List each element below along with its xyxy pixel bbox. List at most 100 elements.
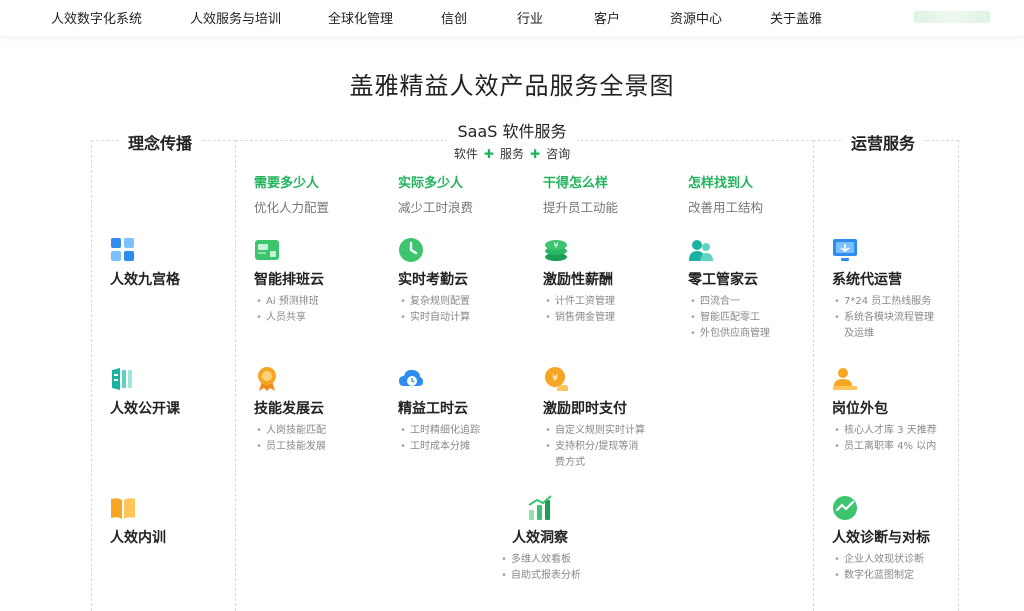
bullet: 多维人效看板 bbox=[499, 552, 581, 568]
bullet: 智能匹配零工 bbox=[688, 310, 770, 326]
concept-item-grid[interactable]: 人效九宫格 bbox=[110, 237, 180, 289]
category-find-people: 怎样找到人 改善用工结构 bbox=[688, 172, 763, 216]
bullet: 费方式 bbox=[555, 457, 585, 468]
bar-chart-icon bbox=[528, 495, 552, 520]
bullet: 自助式报表分析 bbox=[499, 568, 581, 584]
bullet: 员工离职率 4% 以内 bbox=[832, 439, 937, 455]
category-subtitle: 提升员工动能 bbox=[543, 200, 619, 215]
nav-item-hr-digital[interactable]: 人效数字化系统 bbox=[51, 8, 142, 27]
nav-item-about[interactable]: 关于盖雅 bbox=[770, 8, 822, 27]
category-question: 实际多少人 bbox=[398, 176, 464, 191]
category-performance: 干得怎么样 提升员工动能 bbox=[543, 172, 618, 216]
product-realtime-attendance[interactable]: 实时考勤云 复杂规则配置 实时自动计算 bbox=[398, 237, 470, 326]
schedule-icon bbox=[255, 240, 279, 260]
bullet: 复杂规则配置 bbox=[398, 294, 470, 310]
bullet: 7*24 员工热线服务 bbox=[832, 294, 934, 310]
bullet: 外包供应商管理 bbox=[688, 326, 770, 342]
book-icon bbox=[111, 498, 135, 519]
category-question: 需要多少人 bbox=[254, 176, 320, 191]
svg-text:¥: ¥ bbox=[553, 241, 558, 250]
category-subtitle: 减少工时浪费 bbox=[398, 200, 474, 215]
item-title: 激励性薪酬 bbox=[543, 272, 613, 288]
nav-item-global[interactable]: 全球化管理 bbox=[328, 8, 393, 27]
nav-item-hr-service[interactable]: 人效服务与培训 bbox=[190, 8, 281, 27]
bullet: 四流合一 bbox=[688, 294, 770, 310]
operation-item-outsourcing[interactable]: 岗位外包 核心人才库 3 天推荐 员工离职率 4% 以内 bbox=[832, 366, 937, 455]
svg-text:¥: ¥ bbox=[552, 373, 558, 384]
product-instant-payment[interactable]: ¥ 激励即时支付 自定义规则实时计算 支持积分/提现等消 费方式 bbox=[543, 366, 645, 471]
bullet-list: Ai 预测排班 人员共享 bbox=[254, 294, 324, 326]
item-title: 岗位外包 bbox=[832, 401, 888, 417]
product-incentive-pay[interactable]: ¥ 激励性薪酬 计件工资管理 销售佣金管理 bbox=[543, 237, 615, 326]
nav-item-industry[interactable]: 行业 bbox=[517, 8, 543, 27]
bullet-list: 自定义规则实时计算 支持积分/提现等消 费方式 bbox=[543, 423, 645, 471]
nav-item-resources[interactable]: 资源中心 bbox=[670, 8, 722, 27]
nav-item-xinchuang[interactable]: 信创 bbox=[441, 8, 467, 27]
page-title: 盖雅精益人效产品服务全景图 bbox=[349, 72, 675, 100]
bullet: 企业人效现状诊断 bbox=[832, 552, 930, 568]
category-subtitle: 改善用工结构 bbox=[688, 200, 764, 215]
item-title: 人效诊断与对标 bbox=[832, 530, 930, 546]
bullet-list: 四流合一 智能匹配零工 外包供应商管理 bbox=[688, 294, 770, 342]
coin-hand-icon: ¥ bbox=[545, 367, 568, 391]
plus-icon: ✚ bbox=[483, 147, 494, 161]
item-title: 激励即时支付 bbox=[543, 401, 627, 417]
grid-icon bbox=[111, 238, 134, 261]
person-desk-icon bbox=[833, 368, 857, 390]
item-title: 技能发展云 bbox=[254, 401, 324, 417]
concept-item-course[interactable]: 人效公开课 bbox=[110, 366, 180, 418]
concept-item-training[interactable]: 人效内训 bbox=[110, 495, 166, 547]
clock-icon bbox=[399, 238, 423, 262]
item-title: 人效洞察 bbox=[512, 530, 568, 546]
product-skill-development[interactable]: 技能发展云 人岗技能匹配 员工技能发展 bbox=[254, 366, 326, 455]
bullet: 系统各模块流程管理 bbox=[832, 310, 934, 326]
item-title: 人效内训 bbox=[110, 530, 166, 546]
item-title: 人效九宫格 bbox=[110, 272, 180, 288]
bullet: 工时成本分摊 bbox=[398, 439, 480, 455]
bullet: 人岗技能匹配 bbox=[254, 423, 326, 439]
bullet: 及运维 bbox=[844, 328, 874, 339]
bullet-list: 工时精细化追踪 工时成本分摊 bbox=[398, 423, 480, 455]
people-icon bbox=[689, 240, 713, 261]
bullet: 支持积分/提现等消 bbox=[543, 439, 645, 455]
bullet-list: 7*24 员工热线服务 系统各模块流程管理 及运维 bbox=[832, 294, 934, 342]
product-hr-insight[interactable]: 人效洞察 多维人效看板 自助式报表分析 bbox=[470, 495, 610, 584]
category-question: 怎样找到人 bbox=[688, 176, 754, 191]
bullet: Ai 预测排班 bbox=[254, 294, 324, 310]
coin-stack-icon: ¥ bbox=[545, 240, 567, 261]
bullet-list: 多维人效看板 自助式报表分析 bbox=[499, 552, 581, 584]
category-how-many-needed: 需要多少人 优化人力配置 bbox=[254, 172, 329, 216]
item-title: 智能排班云 bbox=[254, 272, 324, 288]
item-title: 实时考勤云 bbox=[398, 272, 468, 288]
product-smart-scheduling[interactable]: 智能排班云 Ai 预测排班 人员共享 bbox=[254, 237, 324, 326]
bullet-list: 计件工资管理 销售佣金管理 bbox=[543, 294, 615, 326]
bullet: 销售佣金管理 bbox=[543, 310, 615, 326]
bullet: 计件工资管理 bbox=[543, 294, 615, 310]
bullet: 自定义规则实时计算 bbox=[543, 423, 645, 439]
brand-logo[interactable] bbox=[914, 11, 990, 23]
cloud-clock-icon bbox=[399, 369, 423, 386]
category-how-many-actual: 实际多少人 减少工时浪费 bbox=[398, 172, 473, 216]
product-gig-manager[interactable]: 零工管家云 四流合一 智能匹配零工 外包供应商管理 bbox=[688, 237, 770, 342]
nav-item-customers[interactable]: 客户 bbox=[594, 8, 620, 27]
bullet: 数字化蓝图制定 bbox=[832, 568, 930, 584]
operation-item-system-ops[interactable]: 系统代运营 7*24 员工热线服务 系统各模块流程管理 及运维 bbox=[832, 237, 934, 342]
saas-subtitle: 软件 ✚ 服务 ✚ 咨询 bbox=[0, 145, 1024, 162]
saas-sub-software: 软件 bbox=[453, 147, 478, 161]
category-question: 干得怎么样 bbox=[543, 176, 609, 191]
monitor-icon bbox=[833, 239, 857, 261]
category-subtitle: 优化人力配置 bbox=[254, 200, 330, 215]
bullet: 核心人才库 3 天推荐 bbox=[832, 423, 937, 439]
medal-icon bbox=[258, 367, 276, 391]
bullet: 工时精细化追踪 bbox=[398, 423, 480, 439]
saas-sub-consult: 咨询 bbox=[546, 147, 571, 161]
item-title: 零工管家云 bbox=[688, 272, 758, 288]
operation-item-diagnosis[interactable]: 人效诊断与对标 企业人效现状诊断 数字化蓝图制定 bbox=[832, 495, 930, 584]
product-lean-hours[interactable]: 精益工时云 工时精细化追踪 工时成本分摊 bbox=[398, 366, 480, 455]
item-title: 系统代运营 bbox=[832, 272, 902, 288]
course-icon bbox=[112, 368, 132, 390]
saas-title-text: SaaS 软件服务 bbox=[447, 122, 577, 141]
saas-sub-service: 服务 bbox=[499, 147, 524, 161]
bullet: 实时自动计算 bbox=[398, 310, 470, 326]
top-nav: 人效数字化系统 人效服务与培训 全球化管理 信创 行业 客户 资源中心 关于盖雅 bbox=[0, 0, 1024, 36]
